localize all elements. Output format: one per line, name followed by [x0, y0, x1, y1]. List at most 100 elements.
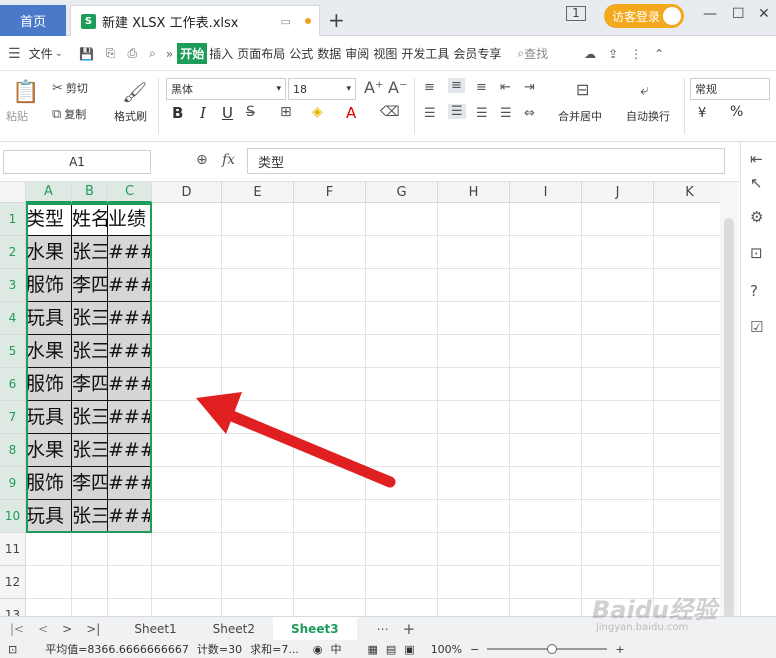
cell-d2[interactable]	[152, 236, 222, 269]
minimize-icon[interactable]: —	[703, 6, 717, 22]
menu-developer[interactable]: 开发工具	[399, 45, 451, 62]
row-header-6[interactable]: 6	[0, 368, 26, 401]
cell-c4[interactable]: ###	[108, 302, 152, 335]
cell-a13[interactable]	[26, 599, 72, 616]
cell-c6[interactable]: ###	[108, 368, 152, 401]
cell-h11[interactable]	[438, 533, 510, 566]
cell-f4[interactable]	[294, 302, 366, 335]
cell-d12[interactable]	[152, 566, 222, 599]
cell-j4[interactable]	[582, 302, 654, 335]
row-header-2[interactable]: 2	[0, 236, 26, 269]
cell-e11[interactable]	[222, 533, 294, 566]
cell-b1[interactable]: 姓名	[72, 203, 108, 236]
cell-d13[interactable]	[152, 599, 222, 616]
cell-d1[interactable]	[152, 203, 222, 236]
cell-j5[interactable]	[582, 335, 654, 368]
cell-i11[interactable]	[510, 533, 582, 566]
hamburger-icon[interactable]: ☰	[8, 46, 21, 62]
sheet-tab-3[interactable]: Sheet3	[273, 616, 357, 641]
save-icon[interactable]: 💾	[79, 47, 94, 61]
cell-a9[interactable]: 服饰	[26, 467, 72, 500]
menu-data[interactable]: 数据	[315, 45, 343, 62]
row-header-13[interactable]: 13	[0, 599, 26, 616]
cell-i3[interactable]	[510, 269, 582, 302]
more-icon[interactable]: »	[166, 47, 173, 61]
indent-decrease-icon[interactable]: ⇤	[500, 80, 511, 95]
column-header-e[interactable]: E	[222, 182, 294, 203]
cell-b6[interactable]: 李四	[72, 368, 108, 401]
cell-b8[interactable]: 张三	[72, 434, 108, 467]
format-painter-icon[interactable]: 🖌	[122, 80, 147, 104]
export-icon[interactable]: ⎘	[106, 46, 116, 61]
zoom-value[interactable]: 100%	[431, 643, 462, 656]
cell-g12[interactable]	[366, 566, 438, 599]
cell-k9[interactable]	[654, 467, 720, 500]
cell-i7[interactable]	[510, 401, 582, 434]
cell-e5[interactable]	[222, 335, 294, 368]
cell-i4[interactable]	[510, 302, 582, 335]
justify-icon[interactable]: ☰	[500, 106, 512, 121]
cell-h13[interactable]	[438, 599, 510, 616]
row-header-10[interactable]: 10	[0, 500, 26, 533]
cell-b4[interactable]: 张三	[72, 302, 108, 335]
monitor-icon[interactable]: ▭	[280, 15, 290, 28]
collapse-ribbon-icon[interactable]: ⌃	[654, 47, 664, 61]
wrap-text-label[interactable]: 自动换行	[626, 108, 670, 124]
cell-h9[interactable]	[438, 467, 510, 500]
increase-font-icon[interactable]: A⁺	[364, 78, 383, 97]
menu-view[interactable]: 视图	[371, 45, 399, 62]
prev-sheet-icon[interactable]: <	[38, 622, 48, 636]
cell-f6[interactable]	[294, 368, 366, 401]
cell-f9[interactable]	[294, 467, 366, 500]
font-size-select[interactable]: 18 ▾	[288, 78, 356, 100]
cell-b7[interactable]: 张三	[72, 401, 108, 434]
cell-c9[interactable]: ###	[108, 467, 152, 500]
cell-j1[interactable]	[582, 203, 654, 236]
cell-k8[interactable]	[654, 434, 720, 467]
shapes-icon[interactable]: ⊡	[750, 244, 763, 262]
cell-f12[interactable]	[294, 566, 366, 599]
row-header-9[interactable]: 9	[0, 467, 26, 500]
menu-home[interactable]: 开始	[177, 43, 208, 64]
cell-g8[interactable]	[366, 434, 438, 467]
first-sheet-icon[interactable]: |<	[10, 622, 24, 636]
cell-c10[interactable]: ###	[108, 500, 152, 533]
cell-i9[interactable]	[510, 467, 582, 500]
cell-h3[interactable]	[438, 269, 510, 302]
row-header-12[interactable]: 12	[0, 566, 26, 599]
align-center-icon[interactable]: ☰	[448, 104, 466, 119]
cursor-icon[interactable]: ↖	[750, 174, 763, 192]
cell-f11[interactable]	[294, 533, 366, 566]
backup-icon[interactable]: ☑	[750, 318, 763, 336]
cell-j7[interactable]	[582, 401, 654, 434]
cell-k7[interactable]	[654, 401, 720, 434]
formula-input[interactable]: 类型	[247, 148, 725, 174]
add-sheet-icon[interactable]: +	[403, 620, 416, 638]
cell-g2[interactable]	[366, 236, 438, 269]
cell-d4[interactable]	[152, 302, 222, 335]
cell-b5[interactable]: 张三	[72, 335, 108, 368]
zoom-slider[interactable]	[487, 644, 608, 654]
home-tab[interactable]: 首页	[0, 5, 66, 36]
fx-icon[interactable]: fx	[222, 152, 235, 168]
cell-j6[interactable]	[582, 368, 654, 401]
copy-button[interactable]: ⧉ 复制	[52, 106, 86, 122]
adjust-icon[interactable]: ⚙	[750, 208, 763, 226]
sheet-more-icon[interactable]: ⋯	[377, 622, 389, 636]
row-header-7[interactable]: 7	[0, 401, 26, 434]
indent-increase-icon[interactable]: ⇥	[524, 80, 535, 95]
status-icon[interactable]: ⊡	[8, 643, 17, 656]
cell-h5[interactable]	[438, 335, 510, 368]
search-label[interactable]: 查找	[524, 45, 548, 62]
cell-a2[interactable]: 水果	[26, 236, 72, 269]
format-painter-label[interactable]: 格式刷	[114, 108, 147, 124]
cell-b2[interactable]: 张三	[72, 236, 108, 269]
eye-icon[interactable]: ◉	[313, 643, 323, 656]
cell-f3[interactable]	[294, 269, 366, 302]
more-options-icon[interactable]: ⋮	[630, 47, 642, 61]
column-header-h[interactable]: H	[438, 182, 510, 203]
break-view-icon[interactable]: ▣	[404, 643, 414, 656]
cell-e10[interactable]	[222, 500, 294, 533]
cell-h4[interactable]	[438, 302, 510, 335]
cell-d5[interactable]	[152, 335, 222, 368]
